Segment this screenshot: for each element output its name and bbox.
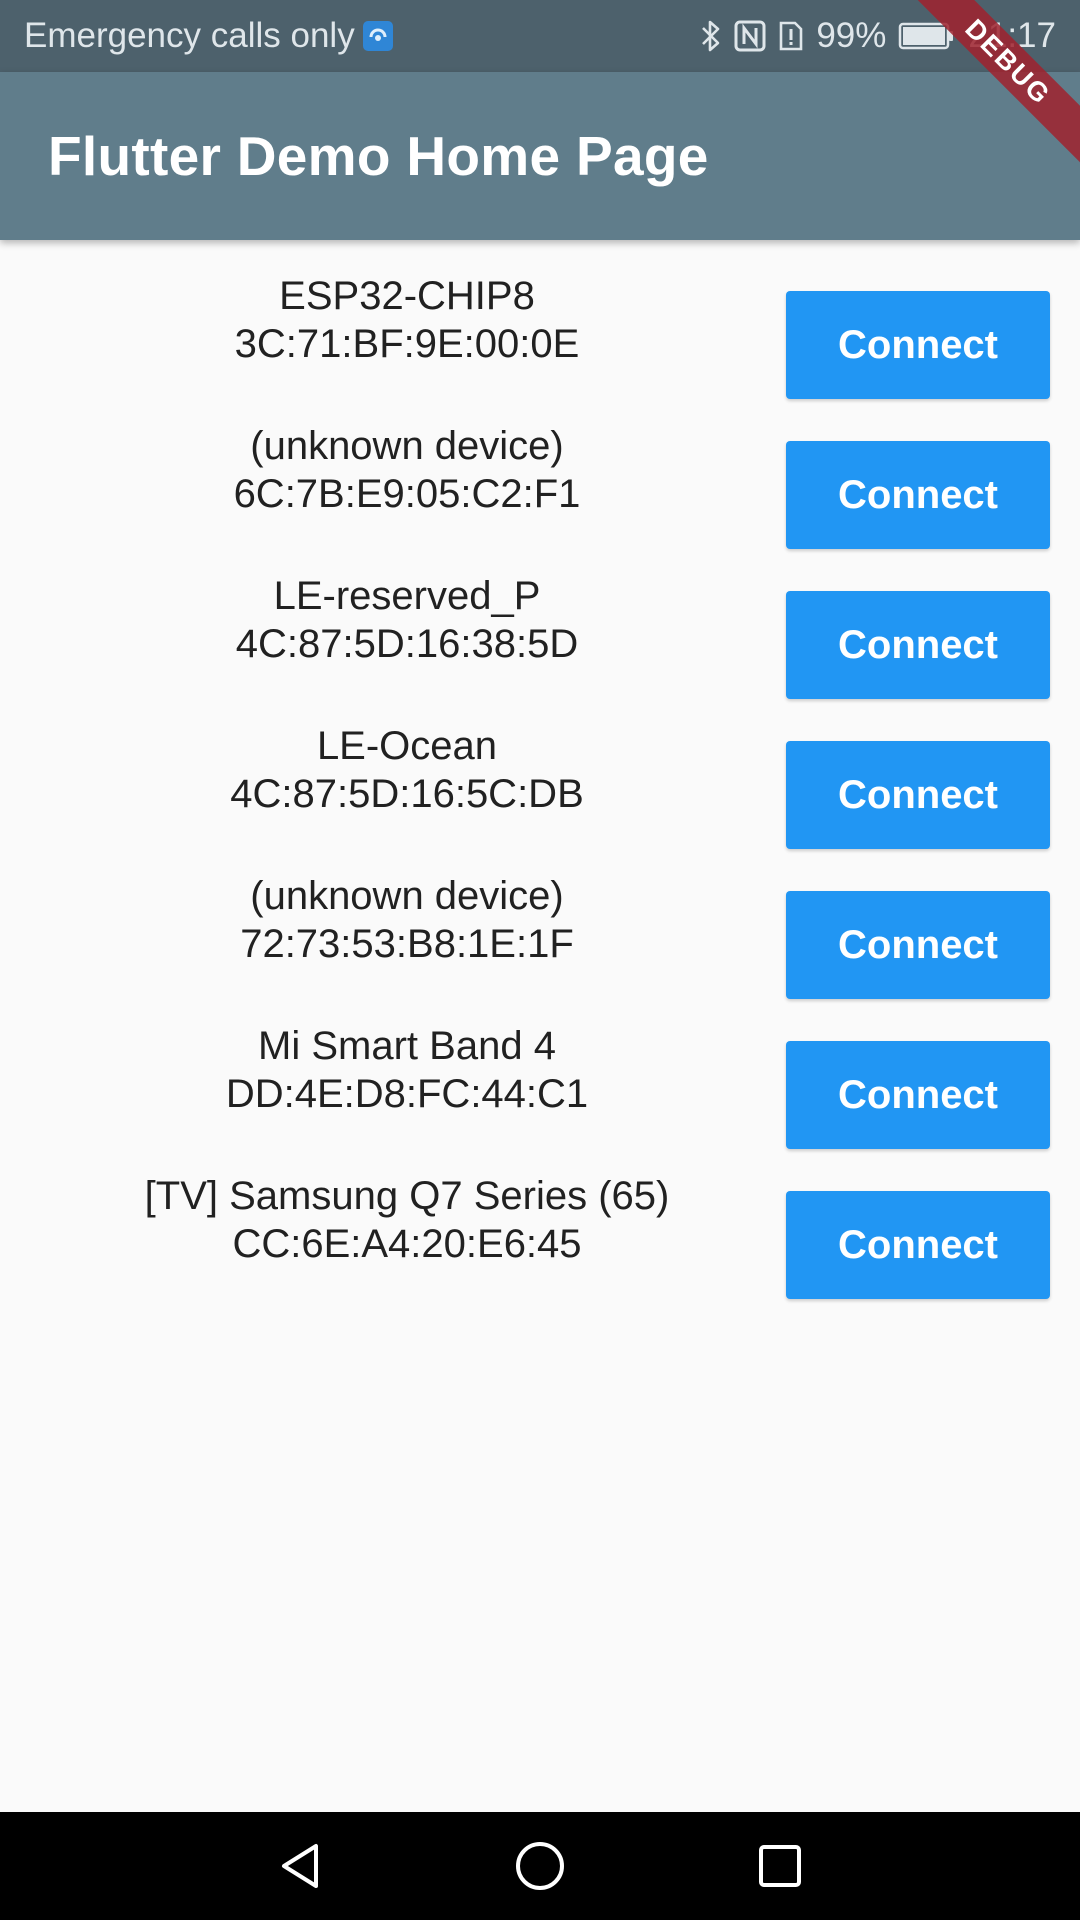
device-address: DD:4E:D8:FC:44:C1 [225,1072,589,1116]
device-address: 4C:87:5D:16:5C:DB [230,772,584,816]
connect-button[interactable]: Connect [786,1191,1050,1299]
device-row: [TV] Samsung Q7 Series (65) CC:6E:A4:20:… [0,1140,1080,1299]
navigation-bar [0,1812,1080,1920]
recents-button[interactable] [720,1812,840,1920]
device-name: LE-reserved_P [273,574,541,618]
nfc-icon [734,20,766,52]
sim-alert-icon [778,20,804,52]
battery-icon [898,22,956,50]
device-row: ESP32-CHIP8 3C:71:BF:9E:00:0E Connect [0,240,1080,399]
status-bar: Emergency calls only 99% 21:17 [0,0,1080,72]
back-icon [282,1844,318,1888]
connect-button[interactable]: Connect [786,1041,1050,1149]
device-row: Mi Smart Band 4 DD:4E:D8:FC:44:C1 Connec… [0,990,1080,1149]
device-info: LE-reserved_P 4C:87:5D:16:38:5D [0,572,814,668]
page-title: Flutter Demo Home Page [48,125,709,187]
carrier-text: Emergency calls only [24,16,355,55]
device-list: ESP32-CHIP8 3C:71:BF:9E:00:0E Connect (u… [0,240,1080,1299]
connect-button[interactable]: Connect [786,291,1050,399]
connect-button[interactable]: Connect [786,441,1050,549]
battery-percent: 99% [816,16,887,55]
device-name: LE-Ocean [316,724,498,768]
device-name: ESP32-CHIP8 [279,274,535,318]
clock: 21:17 [968,16,1056,55]
device-info: ESP32-CHIP8 3C:71:BF:9E:00:0E [0,272,814,368]
recents-icon [759,1845,801,1887]
device-name: (unknown device) [250,424,564,468]
device-name: (unknown device) [250,874,564,918]
device-name: [TV] Samsung Q7 Series (65) [144,1174,670,1218]
device-address: 6C:7B:E9:05:C2:F1 [233,472,581,516]
app-bar: Flutter Demo Home Page [0,72,1080,240]
device-info: (unknown device) 6C:7B:E9:05:C2:F1 [0,422,814,518]
device-row: LE-Ocean 4C:87:5D:16:5C:DB Connect [0,690,1080,849]
device-name: Mi Smart Band 4 [258,1024,556,1068]
device-address: 4C:87:5D:16:38:5D [235,622,579,666]
home-icon [516,1842,564,1890]
device-info: [TV] Samsung Q7 Series (65) CC:6E:A4:20:… [0,1172,814,1268]
device-address: 3C:71:BF:9E:00:0E [234,322,580,366]
bluetooth-icon [700,19,722,53]
connect-button[interactable]: Connect [786,591,1050,699]
connect-button[interactable]: Connect [786,891,1050,999]
carrier-badge-icon [362,21,393,51]
device-info: LE-Ocean 4C:87:5D:16:5C:DB [0,722,814,818]
device-info: Mi Smart Band 4 DD:4E:D8:FC:44:C1 [0,1022,814,1118]
connect-button[interactable]: Connect [786,741,1050,849]
device-row: (unknown device) 72:73:53:B8:1E:1F Conne… [0,840,1080,999]
device-address: 72:73:53:B8:1E:1F [240,922,574,966]
status-left: Emergency calls only [24,16,393,56]
device-row: LE-reserved_P 4C:87:5D:16:38:5D Connect [0,540,1080,699]
back-button[interactable] [240,1812,360,1920]
device-info: (unknown device) 72:73:53:B8:1E:1F [0,872,814,968]
home-button[interactable] [480,1812,600,1920]
status-right: 99% 21:17 [700,16,1056,56]
device-address: CC:6E:A4:20:E6:45 [232,1222,582,1266]
device-row: (unknown device) 6C:7B:E9:05:C2:F1 Conne… [0,390,1080,549]
